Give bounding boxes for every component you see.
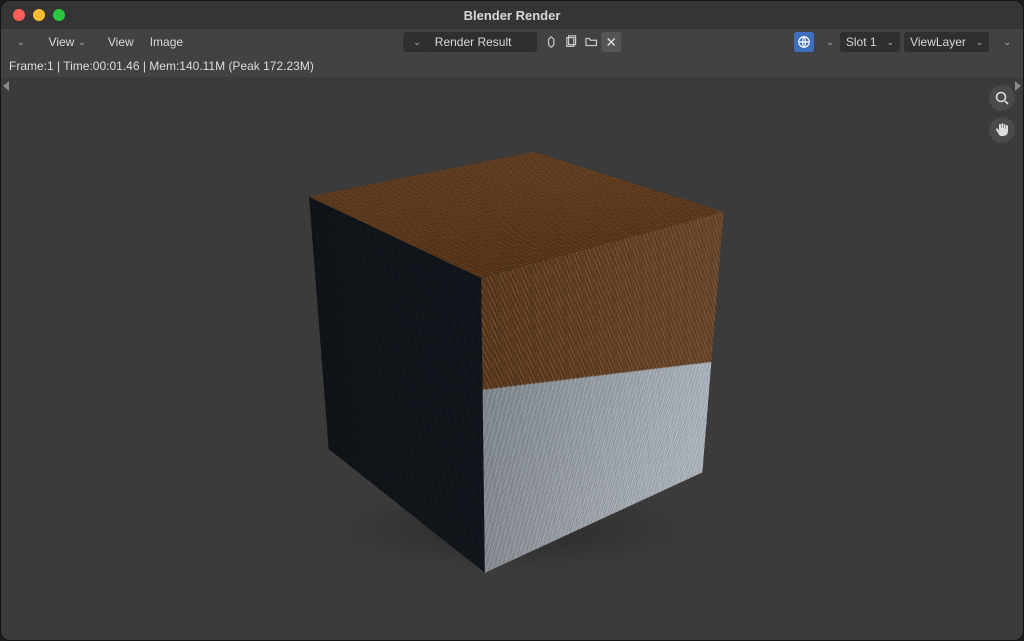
chevron-down-icon: ⌄ [413,37,421,48]
render-slot-dropdown[interactable]: Slot 1 ⌄ [840,32,900,52]
region-toggle-left-icon[interactable] [3,81,9,91]
chevron-down-icon: ⌄ [887,37,895,48]
titlebar: Blender Render [1,1,1023,29]
zoom-window-button[interactable] [53,9,65,21]
view-menu[interactable]: View [100,32,142,52]
image-datablock-group: ⌄ Render Result [403,32,621,52]
region-toggle-right-icon[interactable] [1015,81,1021,91]
render-status-text: Frame:1 | Time:00:01.46 | Mem:140.11M (P… [9,59,314,73]
chevron-down-icon: ⌄ [1003,37,1011,48]
minimize-window-button[interactable] [33,9,45,21]
chevron-down-icon: ⌄ [17,37,25,48]
render-viewport[interactable] [1,77,1023,640]
close-window-button[interactable] [13,9,25,21]
image-browse-dropdown[interactable]: ⌄ [403,32,427,52]
window-title: Blender Render [1,8,1023,23]
window-controls [1,9,65,21]
rendered-cube [302,129,722,549]
viewport-nav-buttons [989,85,1015,143]
view-layer-dropdown[interactable]: ViewLayer ⌄ [904,32,989,52]
image-editor-toolbar: ⌄ View ⌄ View Image ⌄ Render Re [1,29,1023,55]
zoom-tool-button[interactable] [989,85,1015,111]
chevron-down-icon: ⌄ [976,37,984,48]
editor-type-dropdown[interactable]: ⌄ [7,32,31,52]
fake-user-toggle[interactable] [541,32,561,52]
chevron-down-icon: ⌄ [826,37,834,48]
view-mode-label: View [49,35,75,49]
display-channels-dropdown[interactable]: ⌄ [993,32,1017,52]
unlink-image-button[interactable] [601,32,621,52]
blender-render-window: Blender Render ⌄ View ⌄ View Image [0,0,1024,641]
pan-tool-button[interactable] [989,117,1015,143]
open-image-button[interactable] [581,32,601,52]
image-name-field[interactable]: Render Result [427,32,537,52]
stereoscopy-button[interactable] [794,32,814,52]
image-menu[interactable]: Image [142,32,191,52]
stereoscopy-dropdown[interactable]: ⌄ [818,32,836,52]
new-image-button[interactable] [561,32,581,52]
view-mode-dropdown[interactable]: View ⌄ [39,32,92,52]
render-status-bar: Frame:1 | Time:00:01.46 | Mem:140.11M (P… [1,55,1023,77]
chevron-down-icon: ⌄ [78,37,86,48]
